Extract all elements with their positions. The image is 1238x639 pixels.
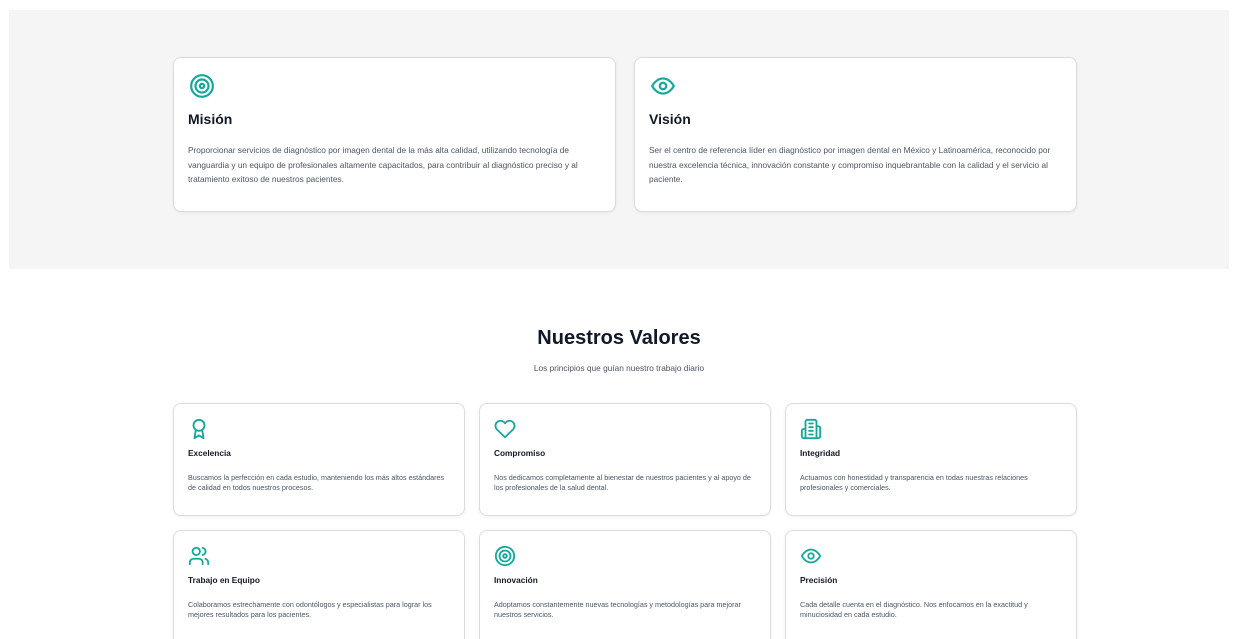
value-title: Excelencia [188, 448, 231, 458]
value-text: Actuamos con honestidad y transparencia … [800, 473, 1028, 492]
value-text: Cada detalle cuenta en el diagnóstico. N… [800, 600, 1028, 619]
values-subtitle: Los principios que guían nuestro trabajo… [533, 363, 705, 373]
values-heading: Nuestros Valores [537, 327, 701, 349]
eye-icon [800, 548, 822, 564]
value-card-compromiso: Compromiso Nos dedicamos completamente a… [479, 403, 771, 516]
value-text: Adoptamos constantemente nuevas tecnolog… [494, 600, 741, 619]
heart-icon [494, 419, 516, 439]
value-title: Precisión [800, 575, 838, 585]
value-title: Compromiso [494, 448, 546, 458]
vision-text: Ser el centro de referencia líder en dia… [649, 145, 1051, 184]
award-icon [192, 418, 206, 440]
value-card-precision: Precisión Cada detalle cuenta en el diag… [785, 530, 1077, 639]
value-title: Trabajo en Equipo [188, 575, 260, 585]
mission-vision-section: Misión Proporcionar servicios de diagnós… [9, 10, 1229, 269]
target-icon [190, 74, 214, 98]
value-text: Colaboramos estrechamente con odontólogo… [188, 600, 432, 619]
value-card-trabajo-en-equipo: Trabajo en Equipo Colaboramos estrechame… [173, 530, 465, 639]
value-text: Buscamos la perfección en cada estudio, … [188, 473, 445, 492]
target-icon [494, 545, 516, 567]
mission-text: Proporcionar servicios de diagnóstico po… [188, 145, 578, 184]
vision-card: Visión Ser el centro de referencia líder… [634, 57, 1077, 212]
value-card-integridad: Integridad Actuamos con honestidad y tra… [785, 403, 1077, 516]
value-card-excelencia: Excelencia Buscamos la perfección en cad… [173, 403, 465, 516]
value-title: Integridad [800, 448, 841, 458]
vision-title: Visión [649, 111, 691, 127]
value-title: Innovación [494, 575, 538, 585]
building-icon [800, 418, 822, 440]
value-card-innovacion: Innovación Adoptamos constantemente nuev… [479, 530, 771, 639]
eye-icon [651, 77, 675, 95]
mission-title: Misión [188, 111, 233, 127]
value-text: Nos dedicamos completamente al bienestar… [494, 473, 751, 492]
mission-card: Misión Proporcionar servicios de diagnós… [173, 57, 616, 212]
users-icon [188, 546, 210, 566]
